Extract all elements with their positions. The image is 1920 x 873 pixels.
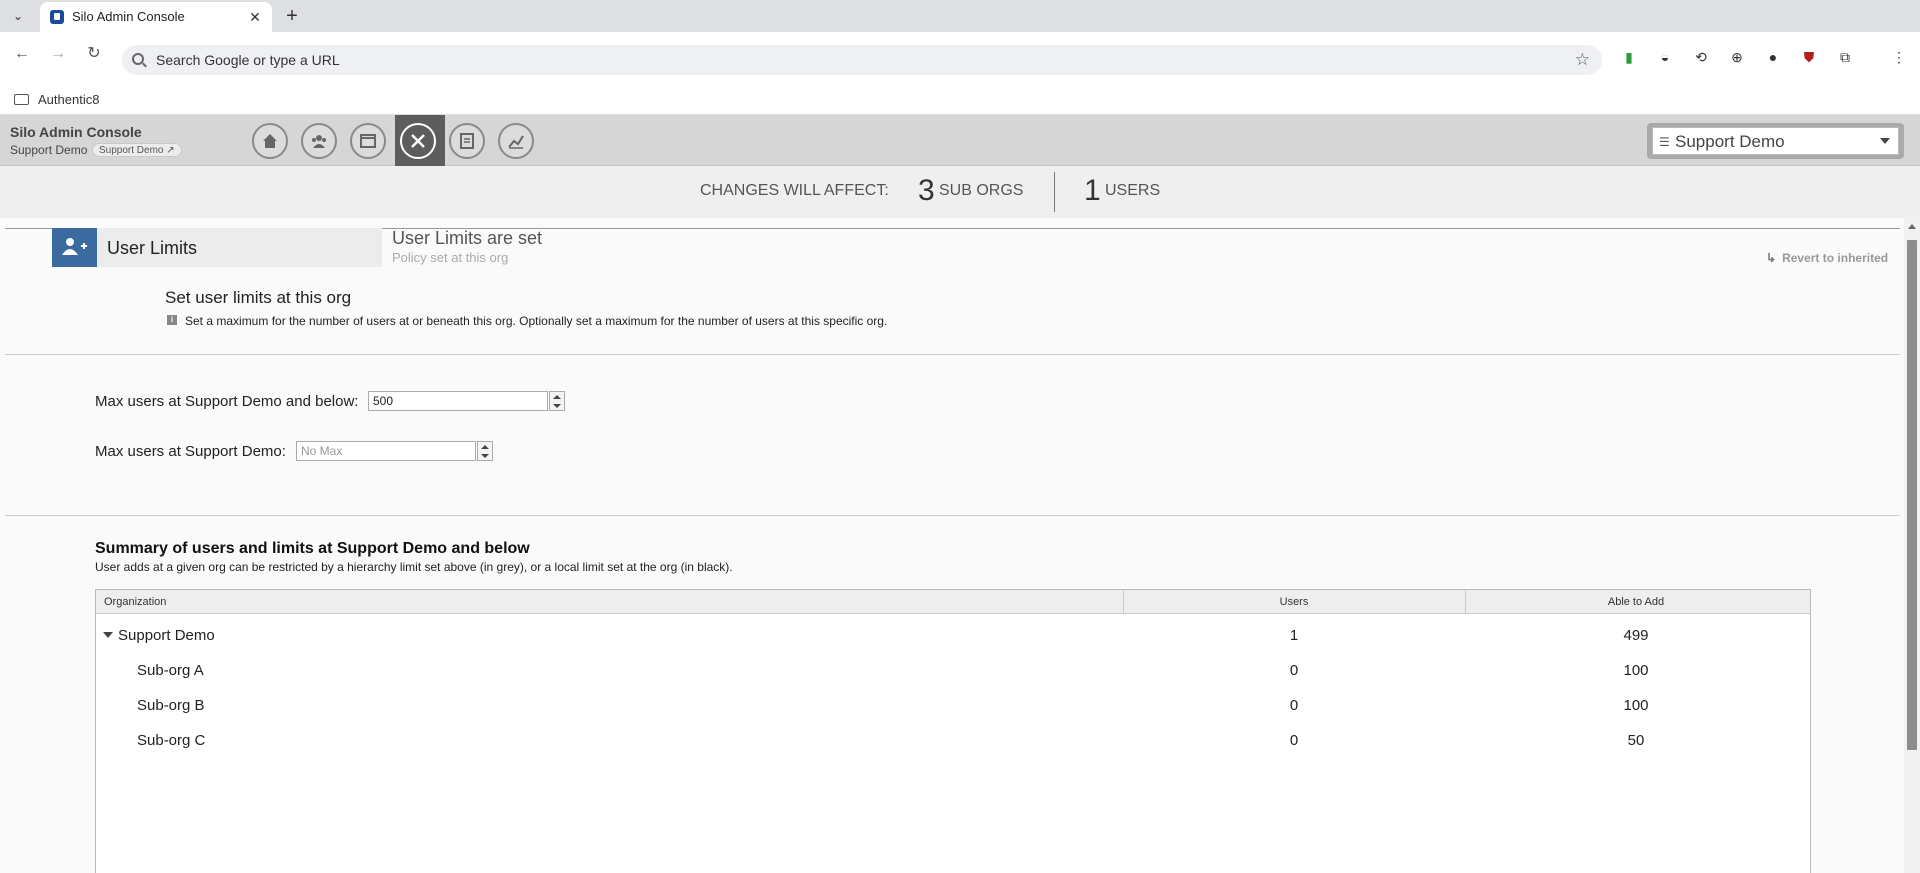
browser-tab[interactable]: Silo Admin Console ✕ — [40, 2, 272, 32]
add-user-icon — [62, 238, 87, 255]
users-cell: 0 — [1289, 697, 1299, 714]
org-cell: Sub-org C — [137, 732, 206, 749]
org-cell: Support Demo — [118, 627, 215, 644]
browser-tabstrip: ⌄ Silo Admin Console ✕ + — [0, 0, 1920, 32]
sub-orgs-label: SUB ORGS — [939, 182, 1024, 199]
app-header: Silo Admin Console Support Demo Support … — [0, 115, 1920, 166]
chevron-down-icon[interactable] — [103, 632, 113, 638]
max-below-input[interactable] — [368, 391, 548, 411]
policy-name: User Limits — [107, 238, 198, 258]
bookmarks-bar: Authentic8 — [0, 85, 1920, 115]
divider — [5, 354, 1900, 355]
user-limits-badge — [52, 228, 97, 267]
summary-table: Organization Users Able to Add Support D… — [95, 589, 1811, 873]
max-at-stepper[interactable] — [477, 441, 493, 461]
nav-home-icon[interactable] — [252, 123, 288, 159]
org-selector-field[interactable]: ☰ Support Demo — [1652, 127, 1899, 155]
max-below-stepper[interactable] — [549, 391, 565, 411]
users-cell: 1 — [1289, 627, 1299, 644]
org-cell: Sub-org B — [137, 697, 205, 714]
tab-search-chevron-icon[interactable]: ⌄ — [8, 6, 28, 26]
silo-favicon-icon — [50, 10, 64, 24]
users-cell: 0 — [1289, 662, 1299, 679]
org-selector-value: Support Demo — [1675, 132, 1785, 151]
tab-close-icon[interactable]: ✕ — [246, 8, 264, 26]
page-scrollbar[interactable] — [1904, 218, 1920, 873]
info-icon: i — [167, 315, 177, 325]
summary-title: Summary of users and limits at Support D… — [95, 540, 530, 557]
able-cell: 50 — [1627, 732, 1645, 749]
scrollbar-thumb[interactable] — [1907, 240, 1917, 750]
summary-desc: User adds at a given org can be restrict… — [95, 560, 733, 574]
col-organization[interactable]: Organization — [104, 590, 166, 614]
org-selector[interactable]: ☰ Support Demo — [1647, 123, 1904, 159]
policy-name-box: User Limits — [97, 228, 382, 267]
users-count: 1 — [1084, 174, 1101, 207]
able-cell: 499 — [1623, 627, 1649, 644]
nav-analytics-icon[interactable] — [498, 123, 534, 159]
max-at-label: Max users at Support Demo: — [95, 443, 286, 460]
current-org-name: Support Demo — [10, 143, 88, 157]
globe-icon[interactable]: ⊕ — [1728, 48, 1746, 66]
folder-icon — [14, 94, 29, 105]
account-icon[interactable]: ● — [1764, 48, 1782, 66]
sync-icon[interactable]: ⟲ — [1692, 48, 1710, 66]
max-at-input[interactable] — [296, 441, 476, 461]
changes-divider — [1054, 172, 1055, 212]
table-row[interactable]: Support Demo 1 499 — [96, 618, 1810, 653]
org-cell: Sub-org A — [137, 662, 204, 679]
max-below-label: Max users at Support Demo and below: — [95, 393, 359, 410]
app-title: Silo Admin Console — [10, 124, 142, 140]
table-row[interactable]: Sub-org A 0 100 — [96, 653, 1810, 688]
back-arrow-icon[interactable]: ← — [11, 43, 33, 65]
table-row[interactable]: Sub-org C 0 50 — [96, 723, 1810, 758]
browser-toolbar: ← → ↻ Search Google or type a URL ☆ ▮ ◒ … — [0, 32, 1920, 85]
nav-tools-icon[interactable] — [400, 123, 436, 159]
section-title: Set user limits at this org — [165, 288, 352, 307]
users-label: USERS — [1105, 182, 1161, 199]
changes-label: CHANGES WILL AFFECT: — [700, 182, 889, 199]
address-bar-placeholder: Search Google or type a URL — [156, 52, 340, 68]
bookmark-star-icon[interactable]: ☆ — [1575, 50, 1590, 70]
chevron-down-icon — [1880, 138, 1890, 144]
policy-status-sub: Policy set at this org — [392, 250, 509, 265]
revert-to-inherited-link[interactable]: ↳ Revert to inherited — [1766, 251, 1888, 265]
search-icon — [132, 53, 144, 65]
sub-orgs-count: 3 — [918, 174, 935, 207]
kebab-menu-icon[interactable]: ⋮ — [1890, 48, 1908, 66]
nav-window-icon[interactable] — [350, 123, 386, 159]
scroll-up-arrow-icon[interactable] — [1908, 224, 1916, 229]
col-users[interactable]: Users — [1123, 590, 1465, 614]
table-header: Organization Users Able to Add — [96, 590, 1810, 614]
nav-reports-icon[interactable] — [449, 123, 485, 159]
divider — [5, 515, 1900, 516]
new-tab-icon[interactable]: + — [280, 4, 304, 28]
policy-status: User Limits are set — [392, 228, 543, 248]
signal-bars-icon[interactable]: ▮ — [1620, 48, 1638, 66]
bookmark-folder-authentic8[interactable]: Authentic8 — [38, 92, 99, 107]
half-circle-icon[interactable]: ◒ — [1656, 48, 1674, 66]
revert-icon: ↳ — [1766, 251, 1777, 265]
nav-users-icon[interactable] — [301, 123, 337, 159]
shield-ublock-icon[interactable]: ⛊ — [1800, 48, 1818, 66]
puzzle-icon[interactable]: ⧉ — [1836, 48, 1854, 66]
able-cell: 100 — [1623, 697, 1649, 714]
org-link-pill[interactable]: Support Demo ↗ — [92, 143, 182, 157]
revert-label: Revert to inherited — [1782, 251, 1889, 265]
nav-tools-active[interactable] — [395, 115, 445, 166]
table-row[interactable]: Sub-org B 0 100 — [96, 688, 1810, 723]
forward-arrow-icon[interactable]: → — [47, 43, 69, 65]
reload-icon[interactable]: ↻ — [83, 43, 105, 65]
changes-affect-bar: CHANGES WILL AFFECT: 3 SUB ORGS 1 USERS — [0, 166, 1920, 218]
col-able-to-add[interactable]: Able to Add — [1465, 590, 1807, 614]
org-pill-label: Support Demo — [99, 145, 164, 156]
info-text: Set a maximum for the number of users at… — [185, 314, 888, 328]
org-tree-icon: ☰ — [1659, 135, 1670, 149]
users-cell: 0 — [1289, 732, 1299, 749]
policy-main: User Limits User Limits are set Policy s… — [0, 218, 1904, 873]
address-bar[interactable]: Search Google or type a URL ☆ — [122, 45, 1602, 75]
able-cell: 100 — [1623, 662, 1649, 679]
tab-title: Silo Admin Console — [72, 9, 185, 24]
